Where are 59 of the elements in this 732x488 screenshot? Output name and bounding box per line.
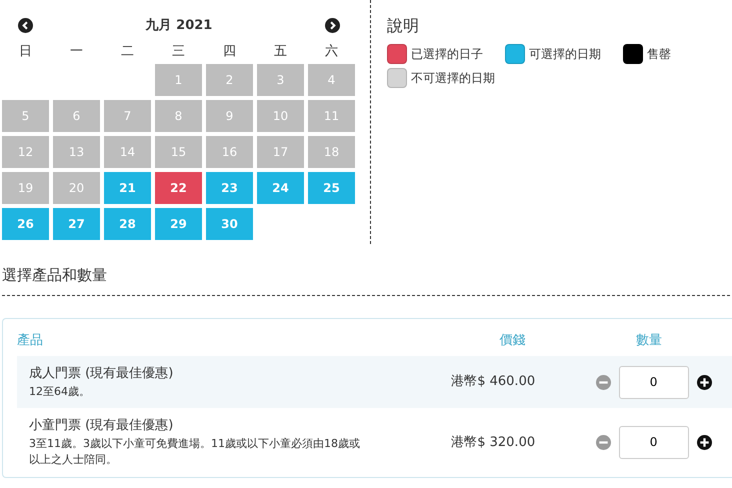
weekday-label: 六	[324, 42, 339, 60]
column-header: 價錢	[498, 332, 526, 350]
calendar-day[interactable]: 28	[104, 208, 151, 240]
product-name: 小童門票 (現有最佳優惠)	[29, 417, 174, 435]
calendar-day[interactable]: 22	[155, 172, 202, 204]
calendar-day: 18	[308, 136, 355, 168]
weekday-label: 日	[18, 42, 33, 60]
calendar-day[interactable]: 30	[206, 208, 253, 240]
calendar-day: 17	[257, 136, 304, 168]
calendar-day: 10	[257, 100, 304, 132]
quantity-field[interactable]: 0	[618, 426, 689, 459]
calendar-day: 13	[53, 136, 100, 168]
product-note: 12至64歲。	[29, 384, 91, 400]
calendar-day: 3	[257, 64, 304, 96]
calendar-day[interactable]: 24	[257, 172, 304, 204]
weekday-label: 一	[69, 42, 84, 60]
calendar-day: 11	[308, 100, 355, 132]
calendar-day: 6	[53, 100, 100, 132]
increase-button[interactable]	[696, 434, 712, 450]
quantity-field[interactable]: 0	[618, 366, 689, 398]
calendar-day: 1	[155, 64, 202, 96]
calendar-day: 7	[104, 100, 151, 132]
calendar-day: 15	[155, 136, 202, 168]
month-title: 九月 2021	[146, 17, 212, 35]
product-name: 成人門票 (現有最佳優惠)	[29, 365, 174, 383]
column-header: 產品	[17, 332, 44, 350]
calendar-day: 16	[206, 136, 253, 168]
product-price: 港幣$ 320.00	[450, 434, 536, 452]
column-header: 數量	[634, 332, 663, 350]
calendar-day[interactable]: 26	[2, 208, 49, 240]
weekday-label: 五	[273, 42, 288, 60]
calendar-day: 20	[53, 172, 100, 204]
calendar-day: 2	[206, 64, 253, 96]
increase-button[interactable]	[696, 374, 712, 390]
product-note: 3至11歲。3歲以下小童可免費進場。11歲或以下小童必須由18歲或以上之人士陪同。	[29, 436, 361, 468]
previous-month-icon[interactable]	[18, 18, 33, 34]
calendar-day[interactable]: 27	[53, 208, 100, 240]
weekday-label: 四	[222, 42, 237, 60]
section-title: 選擇產品和數量	[2, 244, 730, 296]
legend-label: 可選擇的日期	[529, 46, 601, 63]
calendar-day: 12	[2, 136, 49, 168]
legend-title: 說明	[387, 15, 420, 37]
legend-label: 售罄	[647, 46, 671, 63]
calendar-day: 14	[104, 136, 151, 168]
calendar-day: 8	[155, 100, 202, 132]
calendar-day[interactable]: 25	[308, 172, 355, 204]
legend-label: 不可選擇的日期	[411, 70, 495, 87]
calendar-day[interactable]: 29	[155, 208, 202, 240]
calendar-day: 5	[2, 100, 49, 132]
next-month-icon[interactable]	[325, 18, 340, 34]
calendar-day[interactable]: 23	[206, 172, 253, 204]
calendar-day: 19	[2, 172, 49, 204]
weekday-label: 三	[171, 42, 186, 60]
product-price: 港幣$ 460.00	[450, 373, 536, 392]
calendar-day[interactable]: 21	[104, 172, 151, 204]
legend-label: 已選擇的日子	[411, 46, 483, 63]
calendar-day: 9	[206, 100, 253, 132]
calendar-day: 4	[308, 64, 355, 96]
weekday-label: 二	[120, 42, 135, 60]
